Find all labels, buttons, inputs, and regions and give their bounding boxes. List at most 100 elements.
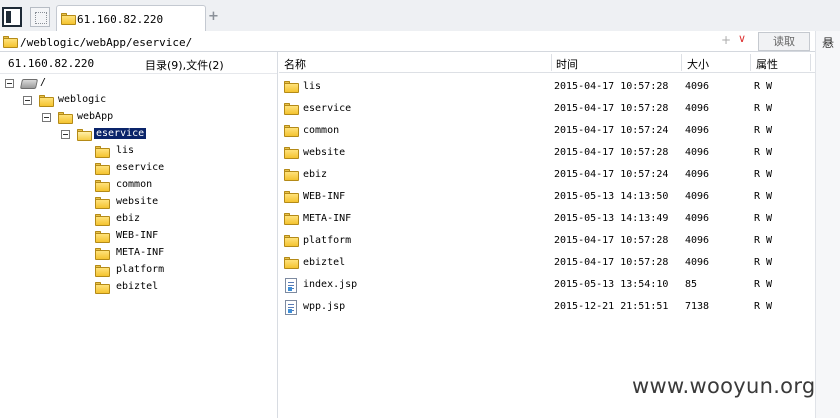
tree-node-root[interactable]: / [0,76,120,92]
file-size: 4096 [685,125,710,136]
tree-node[interactable]: website [90,195,190,211]
file-row[interactable]: ebiztel 2015-04-17 10:57:28 4096 R W [279,253,815,275]
file-time: 2015-04-17 10:57:24 [554,169,669,180]
tree-label: ebiz [116,213,141,224]
file-attr: R W [754,147,773,158]
tree-label: webApp [77,111,114,122]
host-label: 61.160.82.220 [8,57,95,70]
file-attr: R W [754,213,773,224]
column-divider[interactable] [810,54,811,71]
folder-icon [95,265,110,277]
file-row[interactable]: eservice 2015-04-17 10:57:28 4096 R W [279,99,815,121]
jsp-file-icon [285,278,297,293]
tree-header: 61.160.82.220 目录(9),文件(2) [0,52,277,74]
file-row[interactable]: lis 2015-04-17 10:57:28 4096 R W [279,77,815,99]
tab-host[interactable]: 61.160.82.220 [56,5,206,34]
tree-node[interactable]: WEB-INF [90,229,190,245]
folder-icon [95,282,110,294]
column-divider[interactable] [551,54,552,71]
tree-label: WEB-INF [116,230,159,241]
file-attr: R W [754,81,773,92]
folder-icon [61,13,76,25]
file-name: wpp.jsp [303,301,346,312]
folder-icon [95,197,110,209]
file-row[interactable]: WEB-INF 2015-05-13 14:13:50 4096 R W [279,187,815,209]
add-tab-button[interactable]: + [208,9,219,24]
folder-open-icon [77,129,92,141]
tree-label: weblogic [58,94,107,105]
folder-icon [284,103,299,115]
file-row[interactable]: ebiz 2015-04-17 10:57:24 4096 R W [279,165,815,187]
tree-node[interactable]: lis [90,144,190,160]
file-row[interactable]: META-INF 2015-05-13 14:13:49 4096 R W [279,209,815,231]
column-divider[interactable] [681,54,682,71]
collapse-icon[interactable] [5,79,14,88]
file-attr: R W [754,191,773,202]
file-attr: R W [754,301,773,312]
file-attr: R W [754,257,773,268]
tree-node[interactable]: ebiztel [90,280,190,296]
column-header-time[interactable]: 时间 [556,56,578,72]
tree-node-eservice-selected[interactable]: eservice [0,127,160,143]
tree-node-webapp[interactable]: webApp [0,110,140,126]
column-header-name[interactable]: 名称 [284,56,306,72]
file-size: 4096 [685,191,710,202]
collapse-icon[interactable] [61,130,70,139]
tree-node[interactable]: META-INF [90,246,190,262]
file-row[interactable]: index.jsp 2015-05-13 13:54:10 85 R W [279,275,815,297]
chevron-down-icon[interactable]: ∨ [738,32,746,45]
file-time: 2015-04-17 10:57:28 [554,147,669,158]
tree-node-weblogic[interactable]: weblogic [0,93,140,109]
dir-file-counts: 目录(9),文件(2) [145,59,224,72]
file-size: 4096 [685,235,710,246]
file-row[interactable]: website 2015-04-17 10:57:28 4096 R W [279,143,815,165]
file-size: 4096 [685,103,710,114]
tree-node[interactable]: ebiz [90,212,190,228]
collapse-icon[interactable] [42,113,51,122]
tree-label: / [40,77,47,88]
tree-label: eservice [116,162,165,173]
file-size: 4096 [685,169,710,180]
tree-label: website [116,196,159,207]
path-input[interactable] [20,34,720,50]
folder-icon [95,163,110,175]
collapse-icon[interactable] [23,96,32,105]
file-time: 2015-05-13 13:54:10 [554,279,669,290]
add-path-icon[interactable]: + [721,33,731,47]
side-panel-glyph[interactable]: 悬 [822,34,834,51]
folder-icon [3,36,18,48]
file-name: eservice [303,103,352,114]
file-time: 2015-05-13 14:13:49 [554,213,669,224]
panel-toggle-button[interactable] [2,7,22,27]
column-header-size[interactable]: 大小 [687,56,709,72]
file-row[interactable]: wpp.jsp 2015-12-21 21:51:51 7138 R W [279,297,815,319]
file-size: 4096 [685,147,710,158]
file-attr: R W [754,279,773,290]
folder-icon [284,213,299,225]
folder-icon [284,147,299,159]
tree-node[interactable]: eservice [90,161,190,177]
tree-node[interactable]: common [90,178,190,194]
column-header-attr[interactable]: 属性 [756,56,778,72]
file-row[interactable]: platform 2015-04-17 10:57:28 4096 R W [279,231,815,253]
folder-icon [39,95,54,107]
read-button[interactable]: 读取 [758,32,810,51]
file-row[interactable]: common 2015-04-17 10:57:24 4096 R W [279,121,815,143]
folder-icon [284,169,299,181]
file-attr: R W [754,103,773,114]
file-size: 7138 [685,301,710,312]
file-time: 2015-05-13 14:13:50 [554,191,669,202]
file-list-panel: 名称 时间 大小 属性 lis 2015-04-17 10:57:28 4096… [279,52,815,418]
file-size: 4096 [685,257,710,268]
file-time: 2015-04-17 10:57:24 [554,125,669,136]
folder-icon [95,248,110,260]
tree-node[interactable]: platform [90,263,190,279]
file-size: 4096 [685,81,710,92]
side-panel-edge: 悬 [815,31,840,418]
grid-view-button[interactable] [30,7,50,27]
file-time: 2015-04-17 10:57:28 [554,103,669,114]
folder-icon [95,231,110,243]
folder-icon [95,214,110,226]
column-divider[interactable] [750,54,751,71]
file-name: META-INF [303,213,352,224]
